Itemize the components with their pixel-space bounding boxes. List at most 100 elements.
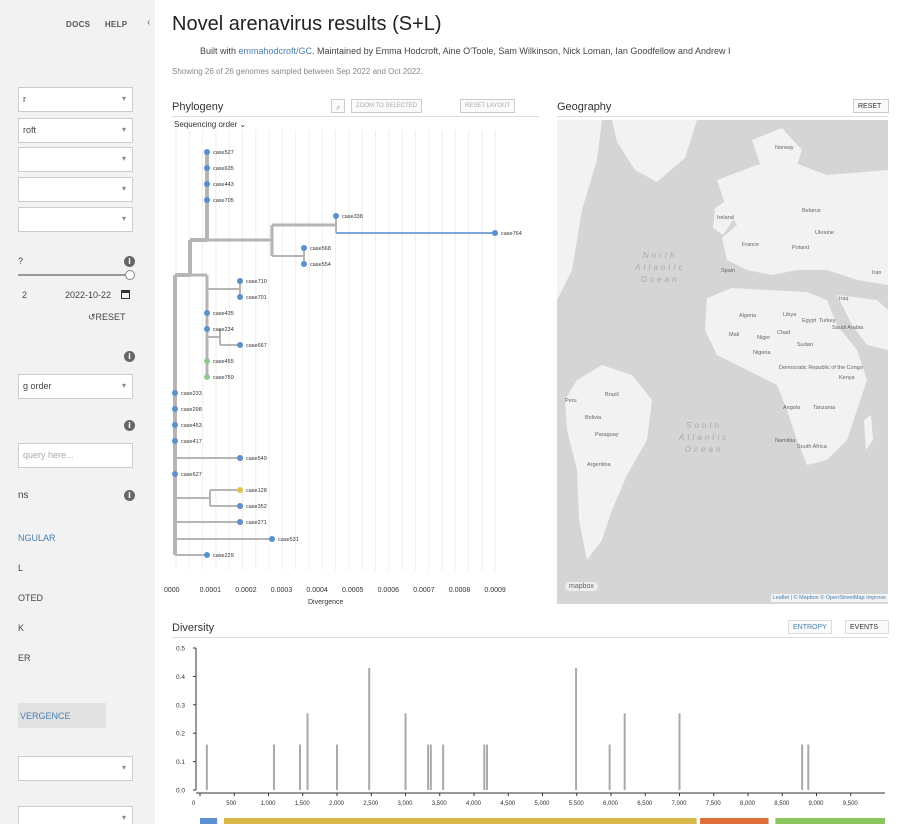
map-reset-button[interactable]: RESET xyxy=(853,99,889,113)
map-land xyxy=(557,120,888,560)
phylogeny-tree[interactable]: case527 case635 case443 case705 case338 case7… xyxy=(164,130,540,610)
land-north-america xyxy=(557,120,602,300)
slider-handle[interactable] xyxy=(125,270,135,280)
reset-layout-button[interactable]: RESET LAYOUT xyxy=(460,99,516,113)
map-country-label: Saudi Arabia xyxy=(832,325,864,331)
search-icon[interactable]: ⌕ xyxy=(331,99,346,113)
tree-tip xyxy=(172,390,178,396)
x-tick-label: 8,000 xyxy=(740,801,756,807)
layout-rectangular[interactable]: NGULAR xyxy=(18,533,56,543)
diversity-chart[interactable]: 0.0 0.1 0.2 0.3 0.4 0.5 0 500 1,000 1,500 2,000 2,5… xyxy=(170,640,900,824)
tree-tip xyxy=(204,197,210,203)
x-tick-label: 9,000 xyxy=(809,801,825,807)
tree-tip xyxy=(172,406,178,412)
map-country-label: Poland xyxy=(792,245,810,251)
layout-radial[interactable]: L xyxy=(18,563,23,573)
tree-sort-select[interactable]: Sequencing order ⌄ xyxy=(174,120,246,129)
tree-x-tick-label: 0.0007 xyxy=(413,587,435,594)
zoom-to-selected-button[interactable]: ZOOM TO SELECTED xyxy=(351,99,423,113)
layout-clock[interactable]: K xyxy=(18,623,24,633)
tree-x-tick-label: 0000 xyxy=(164,587,180,594)
info-icon[interactable]: i xyxy=(124,256,135,267)
tree-tip xyxy=(204,310,210,316)
map-country-label: Argentina xyxy=(587,462,611,468)
entropy-bar xyxy=(623,713,626,790)
x-tick-label: 5,500 xyxy=(569,801,585,807)
tab-entropy[interactable]: ENTROPY xyxy=(788,620,832,634)
tree-tip-label: case233 xyxy=(181,391,202,397)
map-country-label: Niger xyxy=(757,335,771,341)
map-attribution[interactable]: Leaflet | © Mapbox © OpenStreetMap Impro… xyxy=(770,594,888,602)
y-tick-label: 0.0 xyxy=(176,788,185,795)
genome-annotation-block xyxy=(200,818,218,824)
tree-x-tick-label: 0.0009 xyxy=(484,587,506,594)
layout-unrooted[interactable]: OTED xyxy=(18,593,43,603)
tree-tip-label: case435 xyxy=(213,311,234,317)
map-country-label: Iran xyxy=(872,270,882,276)
tree-tip-label: case710 xyxy=(246,279,267,285)
github-repo-link[interactable]: emmahodcroft/GC xyxy=(239,46,313,56)
docs-link[interactable]: DOCS xyxy=(66,20,90,29)
reset-icon: ↺ xyxy=(88,312,96,322)
map-country-label: Paraguay xyxy=(595,432,619,438)
tree-tip xyxy=(301,261,307,267)
date-range-slider[interactable] xyxy=(18,274,130,276)
x-tick-label: 6,500 xyxy=(637,801,653,807)
tree-tip-label: case701 xyxy=(246,295,267,301)
tree-tip-label: case417 xyxy=(181,439,202,445)
tree-tip xyxy=(204,374,210,380)
ocean-word: North xyxy=(642,251,678,260)
y-tick-label: 0.5 xyxy=(176,646,185,653)
tree-tip-label: case128 xyxy=(246,488,267,494)
dataset-select-3[interactable]: ▾ xyxy=(18,147,133,172)
reset-date-button[interactable]: ↺RESET xyxy=(88,312,126,323)
map-country-label: Bolivia xyxy=(585,415,602,421)
filter-search-input[interactable]: query here... xyxy=(18,443,133,468)
entropy-bar xyxy=(442,744,445,790)
tree-tip-label: case298 xyxy=(181,407,202,413)
map-country-label: Algeria xyxy=(739,313,757,319)
button-label: VERGENCE xyxy=(20,711,71,721)
branch-length-divergence-button[interactable]: VERGENCE xyxy=(18,703,106,728)
map-country-label: Tanzania xyxy=(813,405,836,411)
dataset-select-4[interactable]: ▾ xyxy=(18,177,133,202)
tree-tip xyxy=(172,471,178,477)
mapbox-logo: mapbox xyxy=(565,582,598,591)
layout-scatter[interactable]: ER xyxy=(18,653,31,663)
tab-events[interactable]: EVENTS xyxy=(845,620,889,634)
info-icon[interactable]: i xyxy=(124,420,135,431)
divider xyxy=(557,116,888,117)
bottom-select-2[interactable]: ▾ xyxy=(18,806,133,824)
tree-tip-label: case764 xyxy=(501,231,522,237)
dataset-select-5[interactable]: ▾ xyxy=(18,207,133,232)
tree-tip-label: case352 xyxy=(246,504,267,510)
collapse-sidebar-icon[interactable]: ‹ xyxy=(147,17,150,28)
y-tick-label: 0.3 xyxy=(176,702,185,709)
info-icon[interactable]: i xyxy=(124,490,135,501)
reset-label: RESET xyxy=(95,312,126,322)
dataset-select-1[interactable]: r ▾ xyxy=(18,87,133,112)
y-tick-label: 0.2 xyxy=(176,731,185,738)
land-madagascar xyxy=(864,415,873,450)
tree-x-tick-label: 0.0008 xyxy=(449,587,471,594)
tree-tip-label: case549 xyxy=(246,456,267,462)
tree-tip-label: case338 xyxy=(342,214,363,220)
calendar-icon[interactable] xyxy=(121,290,130,299)
tree-tip-label: case271 xyxy=(246,520,267,526)
bottom-select-1[interactable]: ▾ xyxy=(18,756,133,781)
date-end[interactable]: 2022-10-22 xyxy=(65,290,111,300)
info-icon[interactable]: i xyxy=(124,351,135,362)
x-tick-label: 2,500 xyxy=(363,801,379,807)
entropy-bar xyxy=(575,667,578,790)
help-link[interactable]: HELP xyxy=(105,20,128,29)
page-title: Novel arenavirus results (S+L) xyxy=(172,13,442,35)
color-by-select[interactable]: g order ▾ xyxy=(18,374,133,399)
tree-tip-label: case234 xyxy=(213,327,234,333)
entropy-bar xyxy=(678,713,681,790)
tree-tip xyxy=(204,358,210,364)
x-tick-label: 2,000 xyxy=(329,801,345,807)
tree-tip-label: case627 xyxy=(181,472,202,478)
geography-map[interactable]: North Atlantic Ocean South Atlantic Ocea… xyxy=(557,120,888,604)
dataset-select-2[interactable]: roft ▾ xyxy=(18,118,133,143)
entropy-bar xyxy=(272,744,275,790)
